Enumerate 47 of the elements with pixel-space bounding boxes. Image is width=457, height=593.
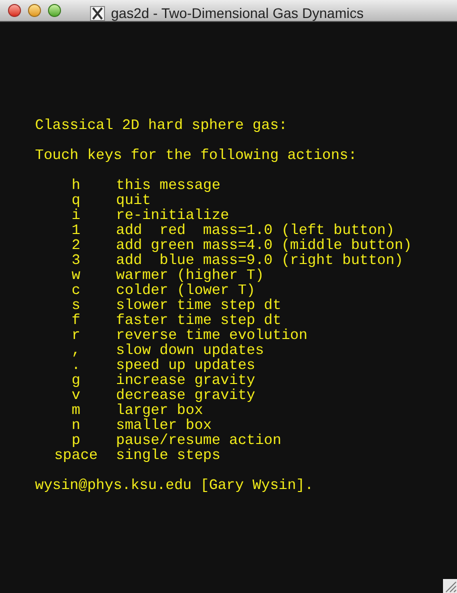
key-label: i (72, 209, 80, 224)
intro-text: Touch keys for the following actions: (35, 149, 357, 164)
action-description: single steps (116, 449, 220, 464)
key-label: p (72, 434, 80, 449)
action-description: add red mass=1.0 (left button) (116, 224, 394, 239)
key-label: space (54, 449, 98, 464)
key-label: m (72, 404, 80, 419)
zoom-button[interactable] (48, 4, 61, 17)
action-description: this message (116, 179, 220, 194)
key-label: w (72, 269, 80, 284)
action-description: quit (116, 194, 151, 209)
key-label: . (72, 359, 80, 374)
action-description: add blue mass=9.0 (right button) (116, 254, 404, 269)
key-label: h (72, 179, 80, 194)
key-label: 1 (72, 224, 80, 239)
action-description: slower time step dt (116, 299, 282, 314)
key-label: q (72, 194, 80, 209)
heading-text: Classical 2D hard sphere gas: (35, 119, 288, 134)
resize-grip-icon (443, 579, 457, 593)
action-description: warmer (higher T) (116, 269, 264, 284)
key-label: v (72, 389, 80, 404)
key-label: c (72, 284, 80, 299)
author-text: wysin@phys.ksu.edu [Gary Wysin]. (35, 479, 314, 494)
action-description: re-initialize (116, 209, 230, 224)
key-label: g (72, 374, 80, 389)
key-label: n (72, 419, 80, 434)
action-description: pause/resume action (116, 434, 282, 449)
action-description: decrease gravity (116, 389, 256, 404)
x11-icon (90, 6, 105, 21)
key-label: f (72, 314, 80, 329)
window-title: gas2d - Two-Dimensional Gas Dynamics (111, 4, 364, 23)
key-label: , (72, 344, 80, 359)
action-description: larger box (116, 404, 204, 419)
action-description: faster time step dt (116, 314, 282, 329)
action-description: slow down updates (116, 344, 264, 359)
key-label: s (72, 299, 80, 314)
action-description: smaller box (116, 419, 212, 434)
action-description: increase gravity (116, 374, 256, 389)
action-description: colder (lower T) (116, 284, 256, 299)
action-description: reverse time evolution (116, 329, 308, 344)
key-label: 2 (72, 239, 80, 254)
key-label: 3 (72, 254, 80, 269)
close-button[interactable] (8, 4, 21, 17)
action-description: speed up updates (116, 359, 256, 374)
action-description: add green mass=4.0 (middle button) (116, 239, 412, 254)
minimize-button[interactable] (28, 4, 41, 17)
key-label: r (72, 329, 80, 344)
